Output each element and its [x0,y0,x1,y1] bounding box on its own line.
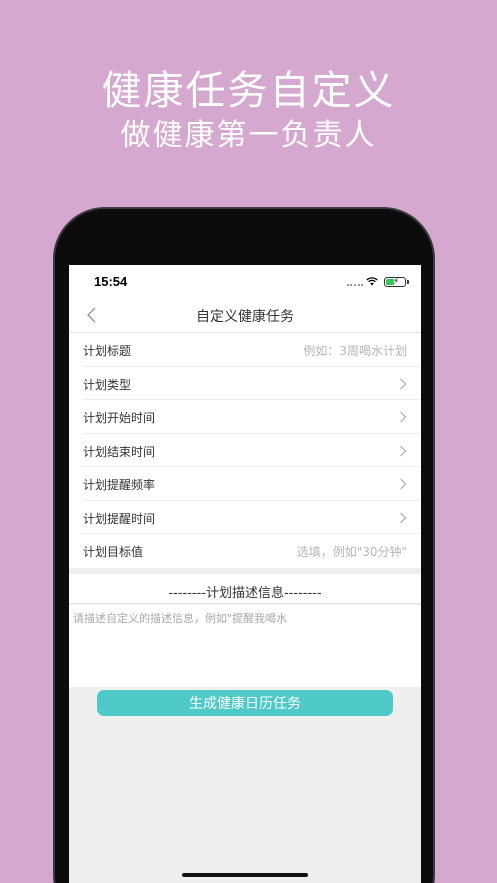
row-label: 计划开始时间 [83,411,156,425]
plan-form: 计划标题 例如：3周喝水计划 计划类型 计划开始时间 计划结束时间 计划提醒频率… [69,333,421,568]
nav-bar: 自定义健康任务 [69,297,421,333]
plan-title-input[interactable]: 例如：3周喝水计划 [303,342,407,359]
phone-screen: 15:54 ⚡ 自定义健康任务 计划标题 例如：3周喝水计划 计划类型 计划开始… [69,265,421,883]
wifi-icon [366,277,378,286]
description-header-title: --------计划描述信息-------- [168,586,322,601]
promo-subtitle: 做健康第一负责人 [120,118,377,153]
home-indicator [182,873,308,877]
page-title: 自定义健康任务 [196,309,294,325]
plan-start-time-row[interactable]: 计划开始时间 [83,400,421,434]
plan-end-time-row[interactable]: 计划结束时间 [83,434,421,467]
status-bar: 15:54 ⚡ [69,265,421,297]
chevron-right-icon [400,512,407,523]
battery-cap [407,280,409,284]
status-time: 15:54 [94,274,128,289]
row-label: 计划结束时间 [83,444,156,459]
plan-target-value-input[interactable]: 选填，例如"30分钟" [297,543,407,560]
row-label: 计划类型 [83,377,132,392]
chevron-right-icon [400,478,407,490]
chevron-right-icon [400,378,407,389]
promo-title: 健康任务自定义 [101,68,396,114]
plan-title-row[interactable]: 计划标题 例如：3周喝水计划 [83,333,421,367]
description-textarea[interactable] [69,605,421,687]
row-label: 计划提醒频率 [83,478,156,492]
plan-reminder-time-row[interactable]: 计划提醒时间 [83,501,421,534]
chevron-right-icon [400,411,407,423]
cellular-dots-icon [347,284,363,286]
row-label: 计划提醒时间 [83,511,156,526]
plan-reminder-frequency-row[interactable]: 计划提醒频率 [83,467,421,501]
generate-task-button[interactable]: 生成健康日历任务 [97,690,393,716]
chevron-right-icon [400,445,407,456]
plan-target-value-row[interactable]: 计划目标值 选填，例如"30分钟" [83,534,421,568]
row-label: 计划标题 [83,344,132,358]
row-label: 计划目标值 [83,545,144,559]
battery-charging-icon: ⚡ [384,277,406,287]
description-header: --------计划描述信息-------- [69,574,421,604]
plan-type-row[interactable]: 计划类型 [83,367,421,400]
